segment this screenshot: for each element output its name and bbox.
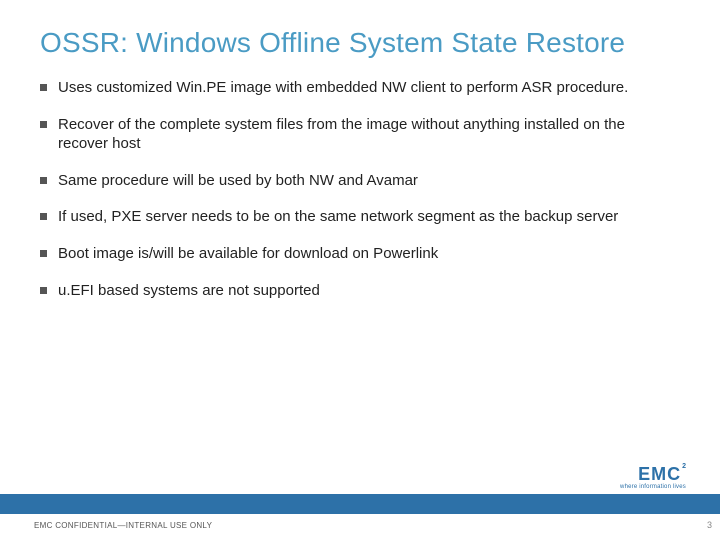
slide-title: OSSR: Windows Offline System State Resto…: [40, 28, 680, 57]
list-item: Recover of the complete system files fro…: [40, 116, 660, 154]
bullet-text: Same procedure will be used by both NW a…: [58, 172, 418, 189]
brand-logo: EMC2 where information lives: [620, 465, 686, 490]
list-item: Uses customized Win.PE image with embedd…: [40, 79, 660, 98]
bullet-text: Boot image is/will be available for down…: [58, 245, 438, 262]
bullet-text: If used, PXE server needs to be on the s…: [58, 208, 618, 225]
bullet-text: Uses customized Win.PE image with embedd…: [58, 79, 628, 96]
page-number: 3: [707, 520, 712, 530]
bullet-list: Uses customized Win.PE image with embedd…: [40, 79, 680, 300]
list-item: u.EFI based systems are not supported: [40, 282, 660, 301]
logo-text: EMC2: [620, 465, 686, 483]
logo-main-text: EMC: [638, 464, 681, 484]
logo-superscript: 2: [682, 463, 687, 470]
footer-bar: [0, 494, 720, 514]
logo-tagline: where information lives: [620, 484, 686, 490]
slide: OSSR: Windows Offline System State Resto…: [0, 0, 720, 540]
list-item: Boot image is/will be available for down…: [40, 245, 660, 264]
bullet-text: u.EFI based systems are not supported: [58, 282, 320, 299]
bullet-text: Recover of the complete system files fro…: [58, 116, 625, 152]
list-item: If used, PXE server needs to be on the s…: [40, 208, 660, 227]
list-item: Same procedure will be used by both NW a…: [40, 172, 660, 191]
footer-confidential: EMC CONFIDENTIAL—INTERNAL USE ONLY: [34, 521, 212, 530]
